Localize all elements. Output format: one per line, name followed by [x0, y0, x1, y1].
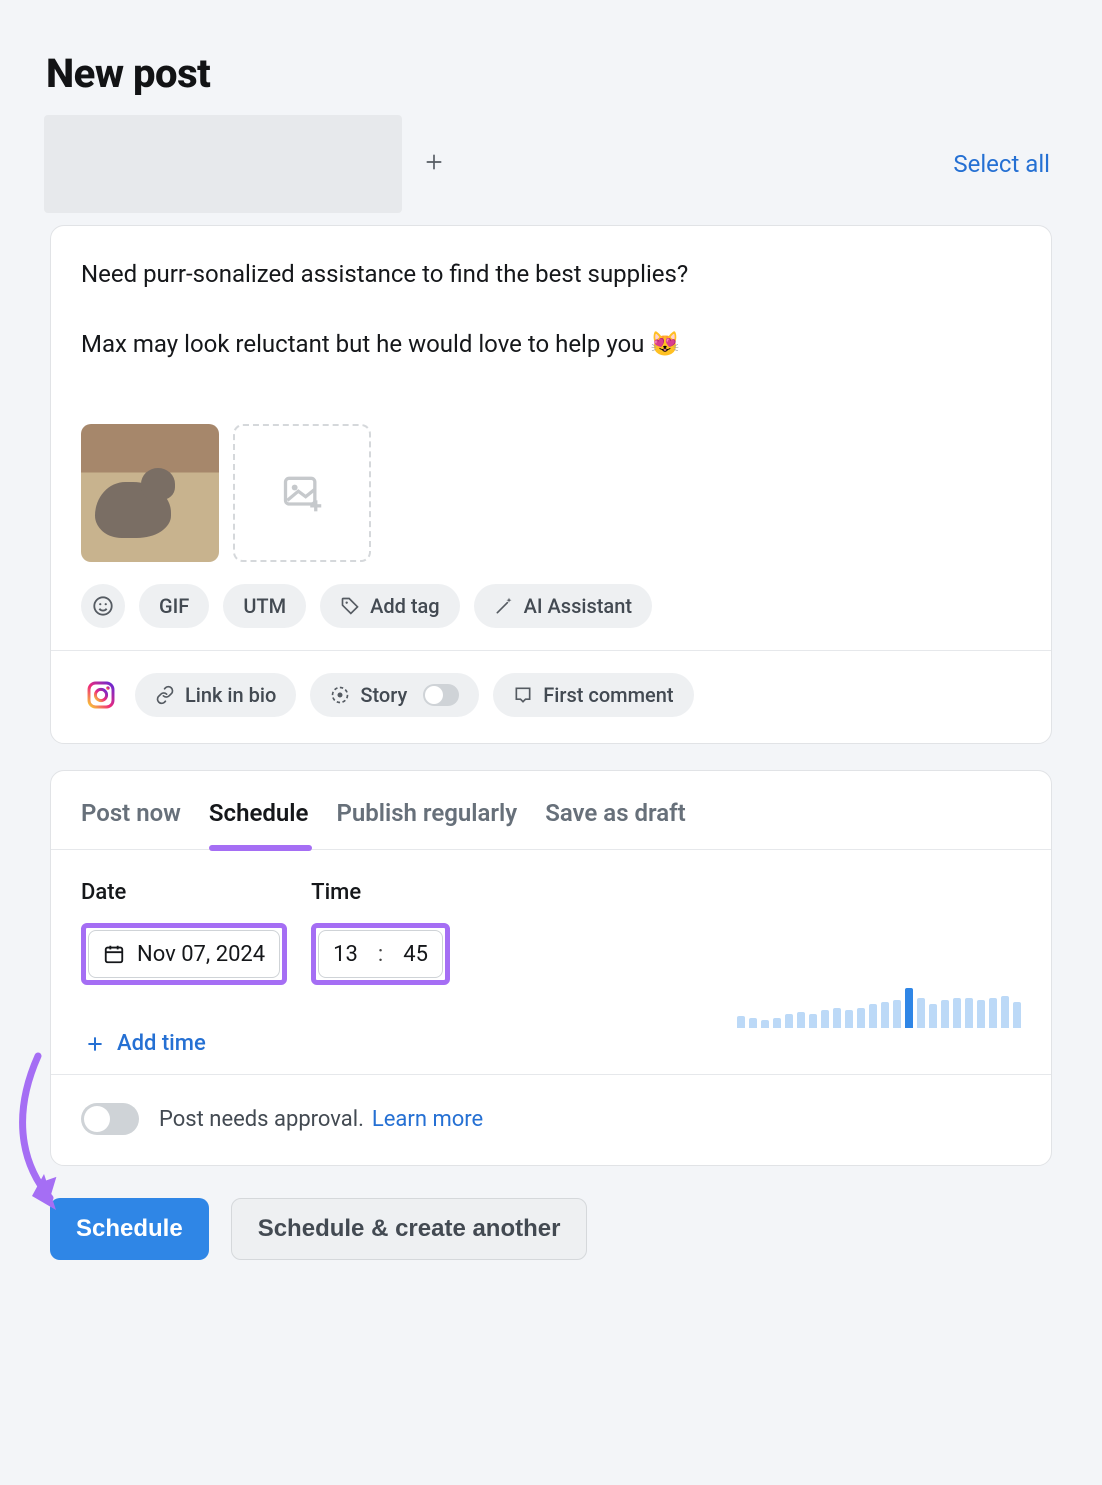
histogram-bar [977, 1000, 985, 1028]
histogram-bar [821, 1010, 829, 1028]
post-text-line: Max may look reluctant but he would love… [81, 326, 1021, 362]
tag-icon [340, 596, 360, 616]
histogram-bar [869, 1004, 877, 1028]
tab-publish-regularly[interactable]: Publish regularly [336, 799, 517, 849]
histogram-bar [761, 1020, 769, 1028]
select-all-link[interactable]: Select all [953, 150, 1052, 178]
composer-card: Need purr-sonalized assistance to find t… [50, 225, 1052, 744]
time-input[interactable]: 13 : 45 [318, 930, 443, 978]
histogram-bar [1001, 996, 1009, 1028]
story-icon [330, 685, 350, 705]
date-value: Nov 07, 2024 [137, 942, 265, 967]
composer-tool-row: GIF UTM Add tag AI Assistant [81, 584, 1021, 628]
add-tag-label: Add tag [370, 594, 440, 618]
first-comment-button[interactable]: First comment [493, 673, 693, 717]
add-media-button[interactable] [233, 424, 371, 562]
time-minute: 45 [403, 942, 428, 967]
image-add-icon [280, 471, 324, 515]
instagram-icon [85, 679, 117, 711]
link-icon [155, 685, 175, 705]
instagram-badge [81, 675, 121, 715]
histogram-bar [749, 1018, 757, 1028]
page-title: New post [46, 50, 1052, 97]
story-toggle[interactable] [423, 684, 459, 706]
histogram-bar [833, 1008, 841, 1028]
action-row: Schedule Schedule & create another [50, 1192, 1052, 1260]
first-comment-label: First comment [543, 683, 673, 707]
histogram-bar [893, 1000, 901, 1028]
post-textarea[interactable]: Need purr-sonalized assistance to find t… [81, 256, 1021, 362]
time-label: Time [311, 880, 450, 905]
date-label: Date [81, 880, 287, 905]
time-hour: 13 [333, 942, 358, 967]
link-in-bio-label: Link in bio [185, 683, 276, 707]
schedule-card: Post now Schedule Publish regularly Save… [50, 770, 1052, 1166]
date-field-highlight: Nov 07, 2024 [81, 923, 287, 985]
histogram-bar [785, 1014, 793, 1028]
annotation-arrow [8, 1050, 78, 1220]
post-text-line: Need purr-sonalized assistance to find t… [81, 256, 1021, 292]
time-field-highlight: 13 : 45 [311, 923, 450, 985]
attached-image-thumbnail[interactable] [81, 424, 219, 562]
ai-assistant-button[interactable]: AI Assistant [474, 584, 652, 628]
add-time-label: Add time [117, 1031, 206, 1056]
histogram-bar [737, 1016, 745, 1028]
histogram-bar [845, 1010, 853, 1028]
histogram-bar [881, 1002, 889, 1028]
histogram-bar [965, 998, 973, 1028]
histogram-bar [941, 1000, 949, 1028]
histogram-bar [773, 1018, 781, 1028]
link-in-bio-button[interactable]: Link in bio [135, 673, 296, 717]
histogram-bar [953, 998, 961, 1028]
learn-more-link[interactable]: Learn more [372, 1107, 483, 1132]
emoji-button[interactable] [81, 584, 125, 628]
magic-wand-icon [494, 596, 514, 616]
tab-post-now[interactable]: Post now [81, 799, 181, 849]
histogram-bar [1013, 1002, 1021, 1028]
schedule-create-another-button[interactable]: Schedule & create another [231, 1198, 588, 1260]
add-tag-button[interactable]: Add tag [320, 584, 460, 628]
plus-icon [85, 1034, 105, 1054]
story-label: Story [360, 683, 407, 707]
calendar-icon [103, 943, 125, 965]
tab-schedule[interactable]: Schedule [209, 799, 309, 849]
schedule-body: Date Nov 07, 2024 Add time Time 13 : [51, 850, 1051, 1074]
histogram-bar [989, 998, 997, 1028]
approval-toggle[interactable] [81, 1103, 139, 1135]
date-input[interactable]: Nov 07, 2024 [88, 930, 280, 978]
histogram-bar [809, 1014, 817, 1028]
histogram-bar [929, 1004, 937, 1028]
histogram-bar [905, 988, 913, 1028]
schedule-tabs: Post now Schedule Publish regularly Save… [51, 771, 1051, 850]
tab-save-draft[interactable]: Save as draft [545, 799, 686, 849]
channel-selector-row: Select all [44, 115, 1052, 213]
approval-text: Post needs approval. [159, 1107, 364, 1132]
story-button[interactable]: Story [310, 673, 479, 717]
utm-button[interactable]: UTM [223, 584, 306, 628]
histogram-bar [917, 998, 925, 1028]
gif-button[interactable]: GIF [139, 584, 209, 628]
comment-icon [513, 685, 533, 705]
histogram-bar [797, 1012, 805, 1028]
composer-footer: Link in bio Story First comment [51, 650, 1051, 743]
activity-histogram [737, 986, 1021, 1028]
media-row [81, 424, 1021, 562]
histogram-bar [857, 1008, 865, 1028]
time-separator: : [370, 942, 391, 967]
add-channel-button[interactable] [402, 149, 466, 179]
ai-assistant-label: AI Assistant [524, 594, 632, 618]
add-time-button[interactable]: Add time [81, 1025, 287, 1062]
selected-channel-placeholder[interactable] [44, 115, 402, 213]
approval-row: Post needs approval. Learn more [51, 1074, 1051, 1165]
emoji-icon [92, 595, 114, 617]
